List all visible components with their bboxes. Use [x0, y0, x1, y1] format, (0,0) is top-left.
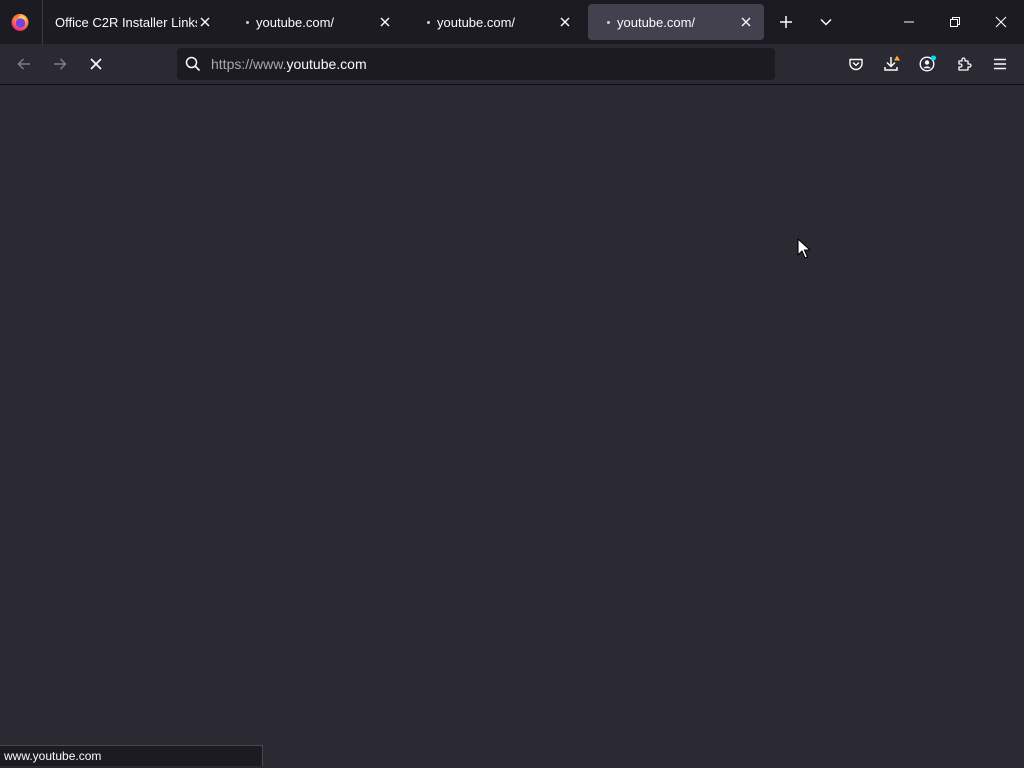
tab-youtube-active[interactable]: youtube.com/	[588, 4, 764, 40]
hamburger-menu-icon	[994, 58, 1006, 70]
minimize-button[interactable]	[886, 0, 932, 44]
account-icon	[919, 55, 936, 72]
pocket-icon	[849, 58, 863, 71]
url-text[interactable]: https://www.youtube.com	[211, 56, 367, 72]
forward-button[interactable]	[46, 50, 74, 78]
tab-label: Office C2R Installer Links	[55, 14, 197, 30]
tab-label: youtube.com/	[437, 14, 516, 30]
tab-office-c2r[interactable]: Office C2R Installer Links	[43, 4, 223, 40]
chevron-down-icon	[820, 18, 832, 26]
close-tab-icon[interactable]	[377, 14, 393, 30]
mouse-cursor-icon	[797, 238, 811, 259]
close-icon	[995, 16, 1007, 28]
tab-label: youtube.com/	[256, 14, 335, 30]
new-tab-button[interactable]	[772, 8, 800, 36]
tab-list-button[interactable]	[812, 8, 840, 36]
minimize-icon	[904, 21, 914, 23]
close-window-button[interactable]	[978, 0, 1024, 44]
firefox-logo-icon[interactable]	[10, 12, 30, 32]
downloads-button[interactable]	[878, 50, 906, 78]
tab-youtube-2[interactable]: youtube.com/	[415, 4, 583, 40]
close-icon	[90, 58, 102, 70]
close-tab-icon[interactable]	[197, 14, 213, 30]
address-bar[interactable]: https://www.youtube.com	[177, 48, 775, 80]
tab-strip: Office C2R Installer Links youtube.com/ …	[0, 0, 1024, 44]
app-menu-button[interactable]	[986, 50, 1014, 78]
back-button[interactable]	[10, 50, 38, 78]
search-icon	[185, 56, 201, 72]
arrow-left-icon	[17, 58, 30, 70]
status-url-text: www.youtube.com	[4, 749, 102, 763]
arrow-right-icon	[54, 58, 67, 70]
plus-icon	[780, 16, 792, 28]
account-button[interactable]	[914, 50, 942, 78]
loading-dot-icon	[427, 20, 430, 24]
loading-dot-icon	[607, 20, 610, 24]
tab-youtube-1[interactable]: youtube.com/	[235, 4, 403, 40]
tab-label: youtube.com/	[617, 14, 696, 30]
browser-window: Office C2R Installer Links youtube.com/ …	[0, 0, 1024, 768]
loading-dot-icon	[246, 20, 249, 24]
page-content-area[interactable]	[0, 85, 1024, 768]
url-host: youtube.com	[286, 56, 367, 72]
restore-icon	[950, 17, 960, 27]
puzzle-icon	[958, 57, 972, 71]
download-icon	[884, 55, 900, 71]
restore-button[interactable]	[932, 0, 978, 44]
close-tab-icon[interactable]	[557, 14, 573, 30]
url-scheme: https://www.	[211, 56, 287, 72]
stop-button[interactable]	[82, 50, 110, 78]
close-tab-icon[interactable]	[738, 14, 754, 30]
pocket-button[interactable]	[842, 50, 870, 78]
status-panel: www.youtube.com	[0, 745, 263, 766]
extensions-button[interactable]	[950, 50, 978, 78]
navigation-toolbar: https://www.youtube.com	[0, 44, 1024, 85]
